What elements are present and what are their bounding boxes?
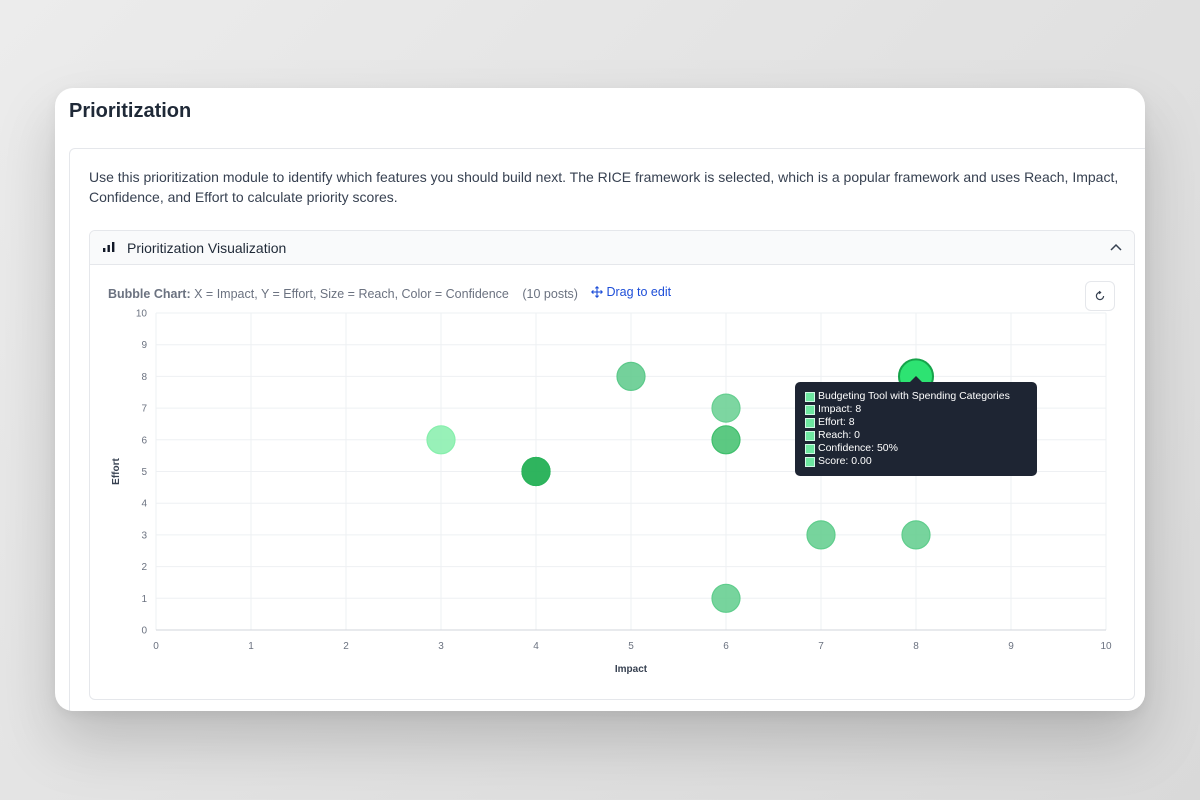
x-tick-label: 4 (533, 641, 539, 652)
bubble[interactable] (711, 583, 741, 613)
tooltip-title-row: Budgeting Tool with Spending Categories (805, 390, 1027, 403)
y-tick-label: 5 (141, 467, 147, 478)
tooltip-arrow (910, 376, 922, 382)
tooltip-swatch (805, 417, 815, 428)
tooltip-title: Budgeting Tool with Spending Categories (818, 390, 1010, 402)
bubble[interactable] (711, 393, 741, 423)
tooltip-line: Reach: 0 (805, 429, 1027, 442)
tooltip-reach: Reach: 0 (818, 429, 861, 441)
module-description: Use this prioritization module to identi… (89, 169, 1119, 205)
x-tick-label: 2 (343, 641, 349, 652)
y-axis-ticks: 0 1 2 3 4 5 6 7 8 9 10 (136, 309, 148, 637)
bubble[interactable] (806, 520, 836, 550)
tooltip-swatch (805, 430, 815, 441)
tooltip-line: Confidence: 50% (805, 442, 1027, 455)
bubble[interactable] (616, 361, 646, 391)
tooltip-line: Effort: 8 (805, 416, 1027, 429)
x-tick-label: 3 (438, 641, 444, 652)
visualization-panel: Prioritization Visualization Bubble Char… (89, 230, 1135, 700)
tooltip-effort: Effort: 8 (818, 416, 855, 428)
y-tick-label: 1 (141, 594, 147, 605)
tooltip-impact: Impact: 8 (818, 403, 862, 415)
tooltip-line: Impact: 8 (805, 403, 1027, 416)
tooltip-swatch (805, 404, 815, 415)
bubble-tooltip: Budgeting Tool with Spending Categories … (795, 376, 1037, 476)
x-tick-label: 5 (628, 641, 634, 652)
tooltip-swatch (805, 443, 815, 454)
y-axis-title: Effort (111, 458, 122, 485)
bubble[interactable] (521, 456, 551, 487)
x-axis-ticks: 0 1 2 3 4 5 6 7 8 9 10 (153, 641, 1112, 652)
x-tick-label: 9 (1008, 641, 1014, 652)
x-tick-label: 0 (153, 641, 159, 652)
x-tick-label: 6 (723, 641, 729, 652)
y-tick-label: 7 (141, 404, 147, 415)
y-tick-label: 0 (141, 626, 147, 637)
x-axis-title: Impact (615, 664, 648, 675)
x-tick-label: 1 (248, 641, 254, 652)
x-tick-label: 8 (913, 641, 919, 652)
tooltip-swatch (805, 391, 815, 402)
y-tick-label: 4 (141, 499, 147, 510)
x-tick-label: 10 (1100, 641, 1112, 652)
y-tick-label: 6 (141, 435, 147, 446)
tooltip-line: Score: 0.00 (805, 455, 1027, 468)
page-title: Prioritization (69, 100, 192, 122)
tooltip-swatch (805, 456, 815, 467)
y-tick-label: 3 (141, 530, 147, 541)
prioritization-card: Use this prioritization module to identi… (69, 148, 1145, 711)
y-tick-label: 9 (141, 340, 147, 351)
bubble[interactable] (901, 520, 931, 550)
tooltip-confidence: Confidence: 50% (818, 442, 898, 454)
y-tick-label: 10 (136, 309, 148, 320)
x-tick-label: 7 (818, 641, 824, 652)
bubble[interactable] (426, 425, 456, 455)
y-tick-label: 8 (141, 372, 147, 383)
y-tick-label: 2 (141, 562, 147, 573)
tooltip-score: Score: 0.00 (818, 455, 872, 467)
prioritization-window: Prioritization Use this prioritization m… (55, 88, 1145, 711)
bubble[interactable] (711, 425, 741, 455)
